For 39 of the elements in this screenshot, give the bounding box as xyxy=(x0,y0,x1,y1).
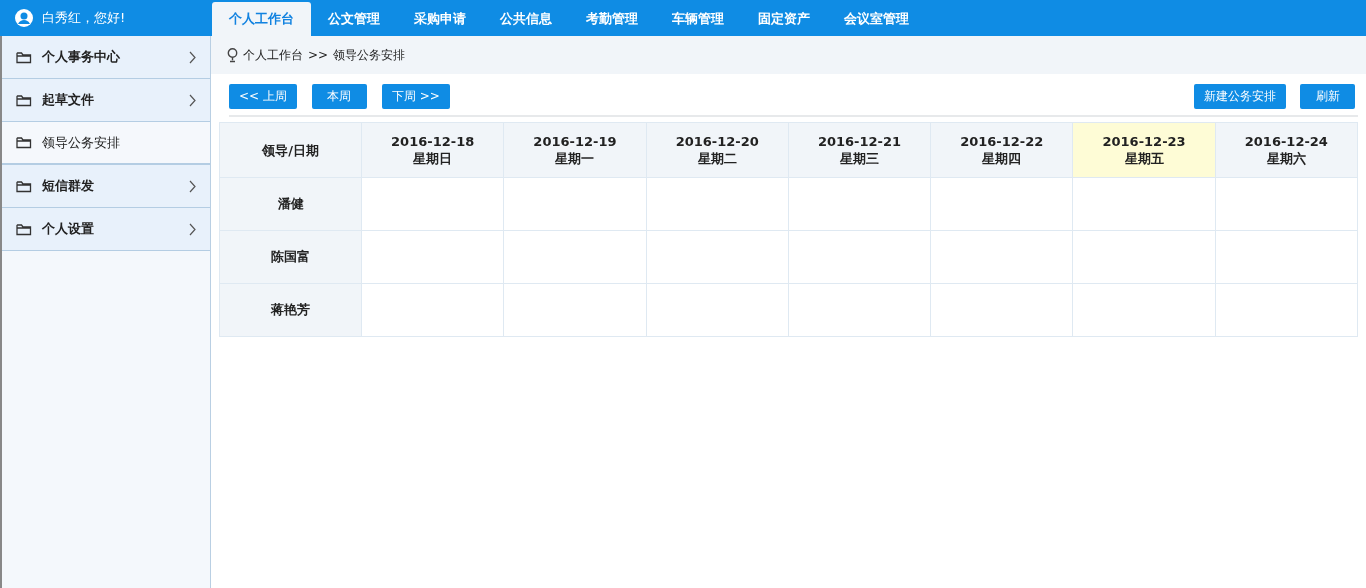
user-greeting: 白秀红，您好! xyxy=(42,9,126,27)
folder-icon xyxy=(16,179,32,193)
day-header-cell: 2016-12-23 星期五 xyxy=(1072,122,1216,178)
leader-name-cell: 潘健 xyxy=(219,177,362,231)
folder-icon xyxy=(16,222,32,236)
week-nav-button[interactable]: 本周 xyxy=(311,84,367,109)
day-header-cell: 2016-12-24 星期六 xyxy=(1215,122,1358,178)
nav-tab[interactable]: 采购申请 xyxy=(397,2,483,36)
day-header-cell: 2016-12-21 星期三 xyxy=(788,122,931,178)
location-pin-icon xyxy=(227,47,238,63)
nav-tab[interactable]: 公共信息 xyxy=(483,2,569,36)
day-header-cell: 2016-12-18 星期日 xyxy=(361,122,504,178)
leader-name-cell: 蒋艳芳 xyxy=(219,283,362,337)
corner-header-cell: 领导/日期 xyxy=(219,122,362,178)
folder-icon xyxy=(16,136,32,149)
week-nav-button[interactable]: 下周 >> xyxy=(381,84,450,109)
nav-tab[interactable]: 考勤管理 xyxy=(569,2,655,36)
nav-tab[interactable]: 公文管理 xyxy=(311,2,397,36)
leader-name-cell: 陈国富 xyxy=(219,230,362,284)
nav-tab[interactable]: 个人工作台 xyxy=(212,2,311,36)
user-avatar-icon xyxy=(14,8,34,28)
sidebar-item[interactable]: 短信群发 xyxy=(2,165,210,208)
sidebar-item[interactable]: 个人事务中心 xyxy=(2,36,210,79)
refresh-button[interactable]: 刷新 xyxy=(1300,84,1355,109)
new-schedule-button[interactable]: 新建公务安排 xyxy=(1194,84,1286,109)
folder-icon xyxy=(16,50,32,64)
day-header-cell: 2016-12-22 星期四 xyxy=(930,122,1073,178)
breadcrumb-item[interactable]: 领导公务安排 xyxy=(333,46,406,64)
day-header-cell: 2016-12-20 星期二 xyxy=(646,122,789,178)
nav-tab[interactable]: 会议室管理 xyxy=(827,2,926,36)
breadcrumb-separator: >> xyxy=(308,48,329,62)
sidebar-item[interactable]: 起草文件 xyxy=(2,79,210,122)
day-header-cell: 2016-12-19 星期一 xyxy=(503,122,647,178)
nav-tab[interactable]: 车辆管理 xyxy=(655,2,741,36)
breadcrumb-item[interactable]: 个人工作台 xyxy=(243,46,303,64)
folder-icon xyxy=(16,93,32,107)
week-nav-button[interactable]: << 上周 xyxy=(229,84,297,109)
nav-tab[interactable]: 固定资产 xyxy=(741,2,827,36)
sidebar-item[interactable]: 个人设置 xyxy=(2,208,210,251)
